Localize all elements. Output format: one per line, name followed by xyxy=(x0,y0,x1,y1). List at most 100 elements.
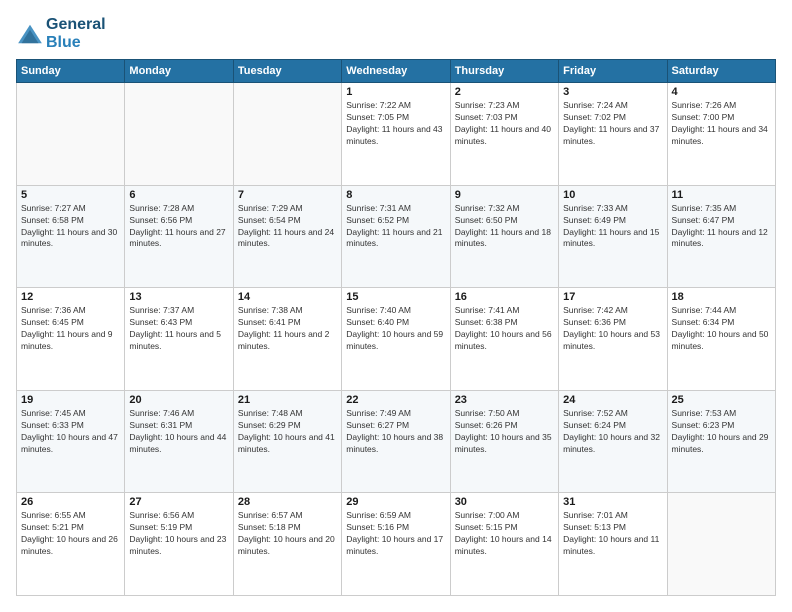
day-info: Sunrise: 7:50 AMSunset: 6:26 PMDaylight:… xyxy=(455,408,554,456)
day-number: 12 xyxy=(21,291,120,303)
calendar-cell: 18Sunrise: 7:44 AMSunset: 6:34 PMDayligh… xyxy=(667,288,775,391)
day-number: 20 xyxy=(129,394,228,406)
weekday-header-sunday: Sunday xyxy=(17,60,125,83)
day-info: Sunrise: 7:40 AMSunset: 6:40 PMDaylight:… xyxy=(346,305,445,353)
calendar-cell: 19 Sunrise: 7:45 AMSunset: 6:33 PMDayligh… xyxy=(17,390,125,493)
day-info: Sunrise: 7:29 AMSunset: 6:54 PMDaylight:… xyxy=(238,203,337,251)
week-row-4: 26 Sunrise: 6:55 AMSunset: 5:21 PMDayligh… xyxy=(17,493,776,596)
calendar-cell xyxy=(125,83,233,186)
calendar-cell: 20 Sunrise: 7:46 AMSunset: 6:31 PMDayligh… xyxy=(125,390,233,493)
day-number: 5 xyxy=(21,189,120,201)
day-info: Sunrise: 6:57 AMSunset: 5:18 PMDaylight:… xyxy=(238,510,337,558)
day-info: Sunrise: 7:00 AMSunset: 5:15 PMDaylight:… xyxy=(455,510,554,558)
calendar-cell: 29 Sunrise: 6:59 AMSunset: 5:16 PMDayligh… xyxy=(342,493,450,596)
day-info: Sunrise: 7:32 AMSunset: 6:50 PMDaylight:… xyxy=(455,203,554,251)
calendar-cell: 31 Sunrise: 7:01 AMSunset: 5:13 PMDayligh… xyxy=(559,493,667,596)
day-number: 16 xyxy=(455,291,554,303)
day-number: 29 xyxy=(346,496,445,508)
week-row-2: 12 Sunrise: 7:36 AMSunset: 6:45 PMDayligh… xyxy=(17,288,776,391)
day-info: Sunrise: 7:01 AMSunset: 5:13 PMDaylight:… xyxy=(563,510,662,558)
calendar-cell: 16Sunrise: 7:41 AMSunset: 6:38 PMDayligh… xyxy=(450,288,558,391)
logo-text: General Blue xyxy=(46,16,106,51)
calendar-cell: 2 Sunrise: 7:23 AMSunset: 7:03 PMDaylight… xyxy=(450,83,558,186)
day-info: Sunrise: 7:53 AMSunset: 6:23 PMDaylight:… xyxy=(672,408,771,456)
calendar-cell: 14 Sunrise: 7:38 AMSunset: 6:41 PMDayligh… xyxy=(233,288,341,391)
weekday-header-monday: Monday xyxy=(125,60,233,83)
calendar-table: SundayMondayTuesdayWednesdayThursdayFrid… xyxy=(16,59,776,596)
day-number: 13 xyxy=(129,291,228,303)
calendar-cell xyxy=(17,83,125,186)
day-info: Sunrise: 7:22 AMSunset: 7:05 PMDaylight:… xyxy=(346,100,445,148)
calendar-cell: 8Sunrise: 7:31 AMSunset: 6:52 PMDaylight… xyxy=(342,185,450,288)
day-info: Sunrise: 7:38 AMSunset: 6:41 PMDaylight:… xyxy=(238,305,337,353)
day-number: 7 xyxy=(238,189,337,201)
day-number: 9 xyxy=(455,189,554,201)
day-number: 11 xyxy=(672,189,771,201)
calendar-cell: 9 Sunrise: 7:32 AMSunset: 6:50 PMDaylight… xyxy=(450,185,558,288)
day-info: Sunrise: 6:55 AMSunset: 5:21 PMDaylight:… xyxy=(21,510,120,558)
weekday-header-saturday: Saturday xyxy=(667,60,775,83)
day-info: Sunrise: 7:31 AMSunset: 6:52 PMDaylight:… xyxy=(346,203,445,251)
day-number: 19 xyxy=(21,394,120,406)
weekday-header-tuesday: Tuesday xyxy=(233,60,341,83)
calendar-cell: 5 Sunrise: 7:27 AMSunset: 6:58 PMDaylight… xyxy=(17,185,125,288)
day-info: Sunrise: 7:48 AMSunset: 6:29 PMDaylight:… xyxy=(238,408,337,456)
calendar-cell: 22 Sunrise: 7:49 AMSunset: 6:27 PMDayligh… xyxy=(342,390,450,493)
day-info: Sunrise: 7:42 AMSunset: 6:36 PMDaylight:… xyxy=(563,305,662,353)
weekday-header-wednesday: Wednesday xyxy=(342,60,450,83)
calendar-cell: 1 Sunrise: 7:22 AMSunset: 7:05 PMDaylight… xyxy=(342,83,450,186)
day-info: Sunrise: 7:24 AMSunset: 7:02 PMDaylight:… xyxy=(563,100,662,148)
day-number: 23 xyxy=(455,394,554,406)
day-number: 2 xyxy=(455,86,554,98)
calendar-cell: 3 Sunrise: 7:24 AMSunset: 7:02 PMDaylight… xyxy=(559,83,667,186)
day-number: 31 xyxy=(563,496,662,508)
day-number: 27 xyxy=(129,496,228,508)
calendar-cell: 6 Sunrise: 7:28 AMSunset: 6:56 PMDaylight… xyxy=(125,185,233,288)
day-number: 1 xyxy=(346,86,445,98)
calendar-cell: 7 Sunrise: 7:29 AMSunset: 6:54 PMDaylight… xyxy=(233,185,341,288)
logo-icon xyxy=(16,23,44,45)
day-info: Sunrise: 7:23 AMSunset: 7:03 PMDaylight:… xyxy=(455,100,554,148)
weekday-header-thursday: Thursday xyxy=(450,60,558,83)
day-info: Sunrise: 7:52 AMSunset: 6:24 PMDaylight:… xyxy=(563,408,662,456)
calendar-cell xyxy=(233,83,341,186)
day-info: Sunrise: 7:27 AMSunset: 6:58 PMDaylight:… xyxy=(21,203,120,251)
day-info: Sunrise: 7:33 AMSunset: 6:49 PMDaylight:… xyxy=(563,203,662,251)
day-number: 21 xyxy=(238,394,337,406)
calendar-cell: 21 Sunrise: 7:48 AMSunset: 6:29 PMDayligh… xyxy=(233,390,341,493)
day-info: Sunrise: 7:45 AMSunset: 6:33 PMDaylight:… xyxy=(21,408,120,456)
calendar-cell: 4Sunrise: 7:26 AMSunset: 7:00 PMDaylight… xyxy=(667,83,775,186)
calendar-cell: 12 Sunrise: 7:36 AMSunset: 6:45 PMDayligh… xyxy=(17,288,125,391)
header: General Blue xyxy=(16,16,776,51)
week-row-0: 1 Sunrise: 7:22 AMSunset: 7:05 PMDaylight… xyxy=(17,83,776,186)
day-number: 6 xyxy=(129,189,228,201)
calendar-cell: 26 Sunrise: 6:55 AMSunset: 5:21 PMDayligh… xyxy=(17,493,125,596)
day-info: Sunrise: 7:28 AMSunset: 6:56 PMDaylight:… xyxy=(129,203,228,251)
day-number: 14 xyxy=(238,291,337,303)
calendar-cell: 28 Sunrise: 6:57 AMSunset: 5:18 PMDayligh… xyxy=(233,493,341,596)
day-info: Sunrise: 7:37 AMSunset: 6:43 PMDaylight:… xyxy=(129,305,228,353)
day-info: Sunrise: 7:49 AMSunset: 6:27 PMDaylight:… xyxy=(346,408,445,456)
day-number: 26 xyxy=(21,496,120,508)
calendar-cell: 17 Sunrise: 7:42 AMSunset: 6:36 PMDayligh… xyxy=(559,288,667,391)
day-info: Sunrise: 7:46 AMSunset: 6:31 PMDaylight:… xyxy=(129,408,228,456)
day-number: 30 xyxy=(455,496,554,508)
calendar-cell: 27 Sunrise: 6:56 AMSunset: 5:19 PMDayligh… xyxy=(125,493,233,596)
day-number: 17 xyxy=(563,291,662,303)
calendar-cell: 24 Sunrise: 7:52 AMSunset: 6:24 PMDayligh… xyxy=(559,390,667,493)
day-number: 22 xyxy=(346,394,445,406)
day-info: Sunrise: 7:36 AMSunset: 6:45 PMDaylight:… xyxy=(21,305,120,353)
day-number: 15 xyxy=(346,291,445,303)
day-number: 24 xyxy=(563,394,662,406)
calendar-cell: 30 Sunrise: 7:00 AMSunset: 5:15 PMDayligh… xyxy=(450,493,558,596)
day-info: Sunrise: 6:59 AMSunset: 5:16 PMDaylight:… xyxy=(346,510,445,558)
day-number: 18 xyxy=(672,291,771,303)
day-number: 3 xyxy=(563,86,662,98)
day-info: Sunrise: 7:35 AMSunset: 6:47 PMDaylight:… xyxy=(672,203,771,251)
week-row-3: 19 Sunrise: 7:45 AMSunset: 6:33 PMDayligh… xyxy=(17,390,776,493)
week-row-1: 5 Sunrise: 7:27 AMSunset: 6:58 PMDaylight… xyxy=(17,185,776,288)
day-number: 25 xyxy=(672,394,771,406)
day-number: 28 xyxy=(238,496,337,508)
day-info: Sunrise: 6:56 AMSunset: 5:19 PMDaylight:… xyxy=(129,510,228,558)
calendar-cell: 11 Sunrise: 7:35 AMSunset: 6:47 PMDayligh… xyxy=(667,185,775,288)
